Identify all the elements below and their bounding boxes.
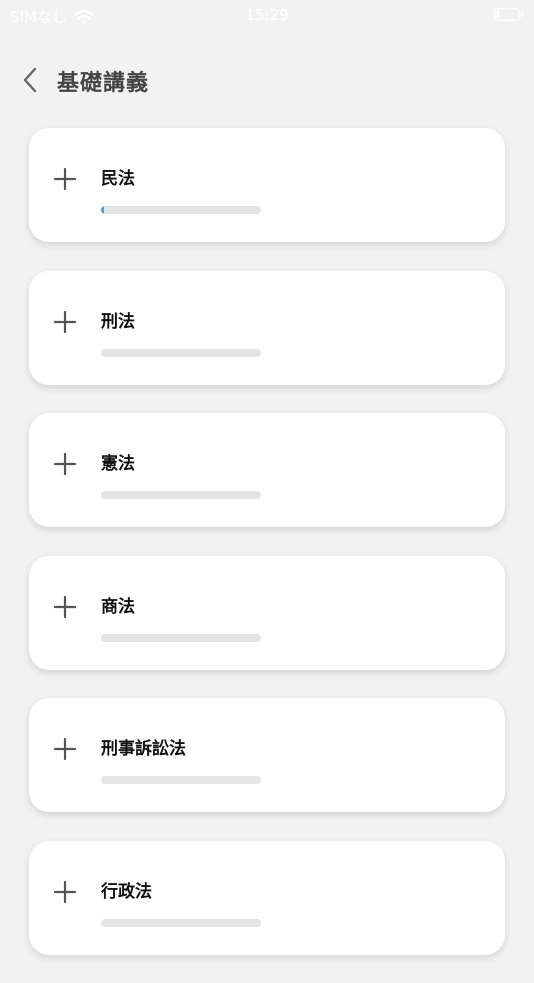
plus-icon[interactable]	[54, 738, 76, 760]
status-bar: SIMなし 15:29	[0, 0, 534, 30]
course-label: 憲法	[101, 454, 135, 474]
plus-icon[interactable]	[54, 880, 76, 903]
progress-bar	[101, 776, 261, 784]
course-card[interactable]: 商法	[29, 555, 505, 670]
course-card[interactable]: 憲法	[29, 413, 505, 527]
progress-bar	[101, 918, 261, 927]
course-card[interactable]: 行政法	[29, 840, 505, 955]
plus-icon[interactable]	[54, 310, 76, 333]
page-title: 基礎講義	[57, 71, 150, 96]
course-label: 行政法	[101, 881, 152, 902]
chevron-left-icon	[23, 67, 37, 93]
progress-bar	[101, 633, 261, 642]
status-time: 15:29	[245, 6, 289, 24]
battery-icon	[494, 8, 523, 21]
course-label: 商法	[101, 596, 135, 617]
progress-bar	[101, 206, 261, 214]
back-button[interactable]	[14, 64, 46, 96]
navigation-bar: 基礎講義	[0, 58, 534, 102]
course-label: 民法	[101, 169, 135, 189]
progress-fill	[101, 206, 105, 214]
course-card[interactable]: 民法	[29, 128, 505, 242]
plus-icon[interactable]	[54, 453, 76, 475]
progress-bar	[101, 491, 261, 499]
plus-icon[interactable]	[54, 595, 76, 618]
course-card[interactable]: 刑法	[29, 270, 505, 385]
course-label: 刑法	[101, 311, 135, 332]
progress-bar	[101, 348, 261, 357]
course-list: 民法刑法憲法商法刑事訴訟法行政法	[29, 128, 505, 983]
course-label: 刑事訴訟法	[101, 739, 186, 759]
course-card[interactable]: 刑事訴訟法	[29, 698, 505, 812]
plus-icon[interactable]	[54, 168, 76, 190]
